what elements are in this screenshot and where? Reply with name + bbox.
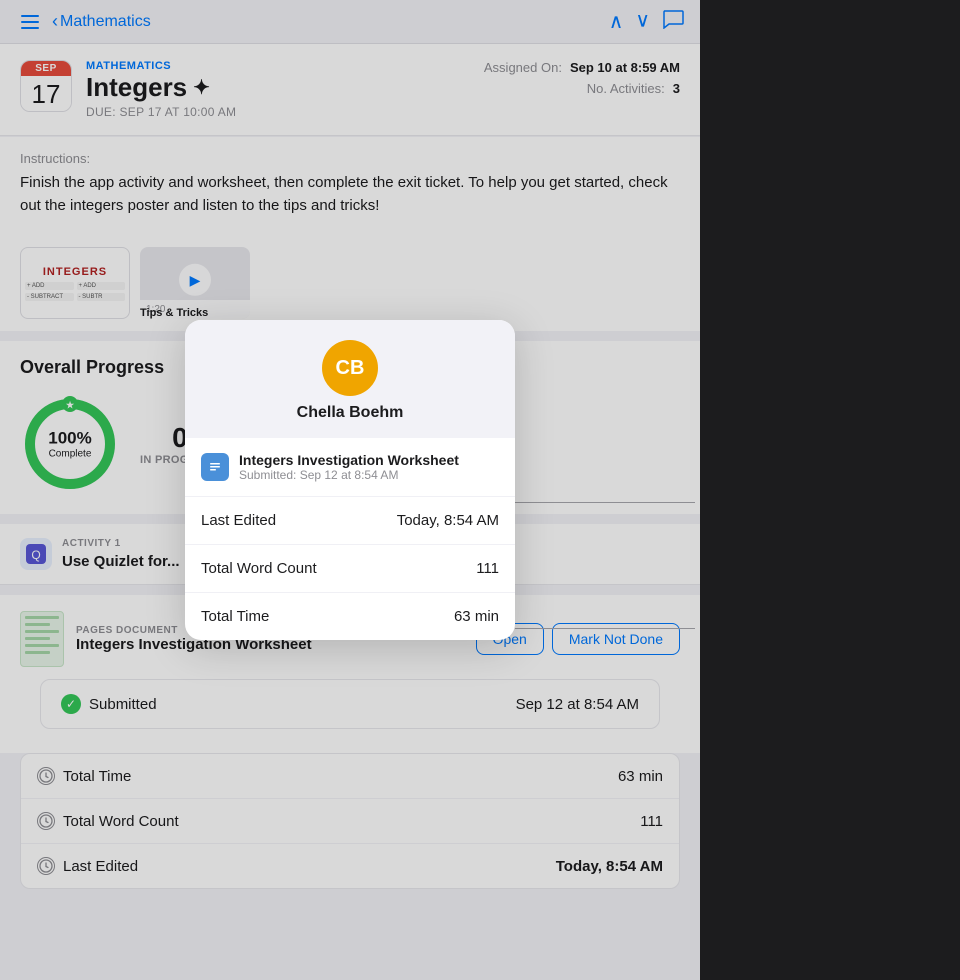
popup-word-count-label: Total Word Count — [201, 560, 317, 577]
popup-total-time-value: 63 min — [454, 608, 499, 625]
popup-header: CB Chella Boehm — [185, 320, 515, 438]
connector-line-2 — [515, 628, 695, 629]
popup-word-count-value: 111 — [476, 560, 499, 577]
popup-last-edited-value: Today, 8:54 AM — [397, 512, 499, 529]
popup-doc-icon — [201, 453, 229, 481]
popup-body: Integers Investigation Worksheet Submitt… — [185, 438, 515, 640]
popup-card: CB Chella Boehm Integers Investigation W… — [185, 320, 515, 640]
popup-last-edited-row: Last Edited Today, 8:54 AM — [185, 497, 515, 545]
student-name: Chella Boehm — [297, 404, 404, 422]
popup-doc-title: Integers Investigation Worksheet — [239, 452, 459, 468]
popup-word-count-row: Total Word Count 111 — [185, 545, 515, 593]
popup-last-edited-label: Last Edited — [201, 512, 276, 529]
connector-line-1 — [515, 502, 695, 503]
popup-doc-subtitle: Submitted: Sep 12 at 8:54 AM — [239, 468, 459, 482]
popup-doc-info: Integers Investigation Worksheet Submitt… — [239, 452, 459, 482]
popup-total-time-row: Total Time 63 min — [185, 593, 515, 640]
right-panel — [700, 0, 960, 980]
student-avatar: CB — [322, 340, 378, 396]
popup-doc-row: Integers Investigation Worksheet Submitt… — [185, 438, 515, 497]
popup-total-time-label: Total Time — [201, 608, 269, 625]
main-panel: ‹ Mathematics ∧ ∧ SEP 17 MATHEMATICS Int… — [0, 0, 700, 980]
